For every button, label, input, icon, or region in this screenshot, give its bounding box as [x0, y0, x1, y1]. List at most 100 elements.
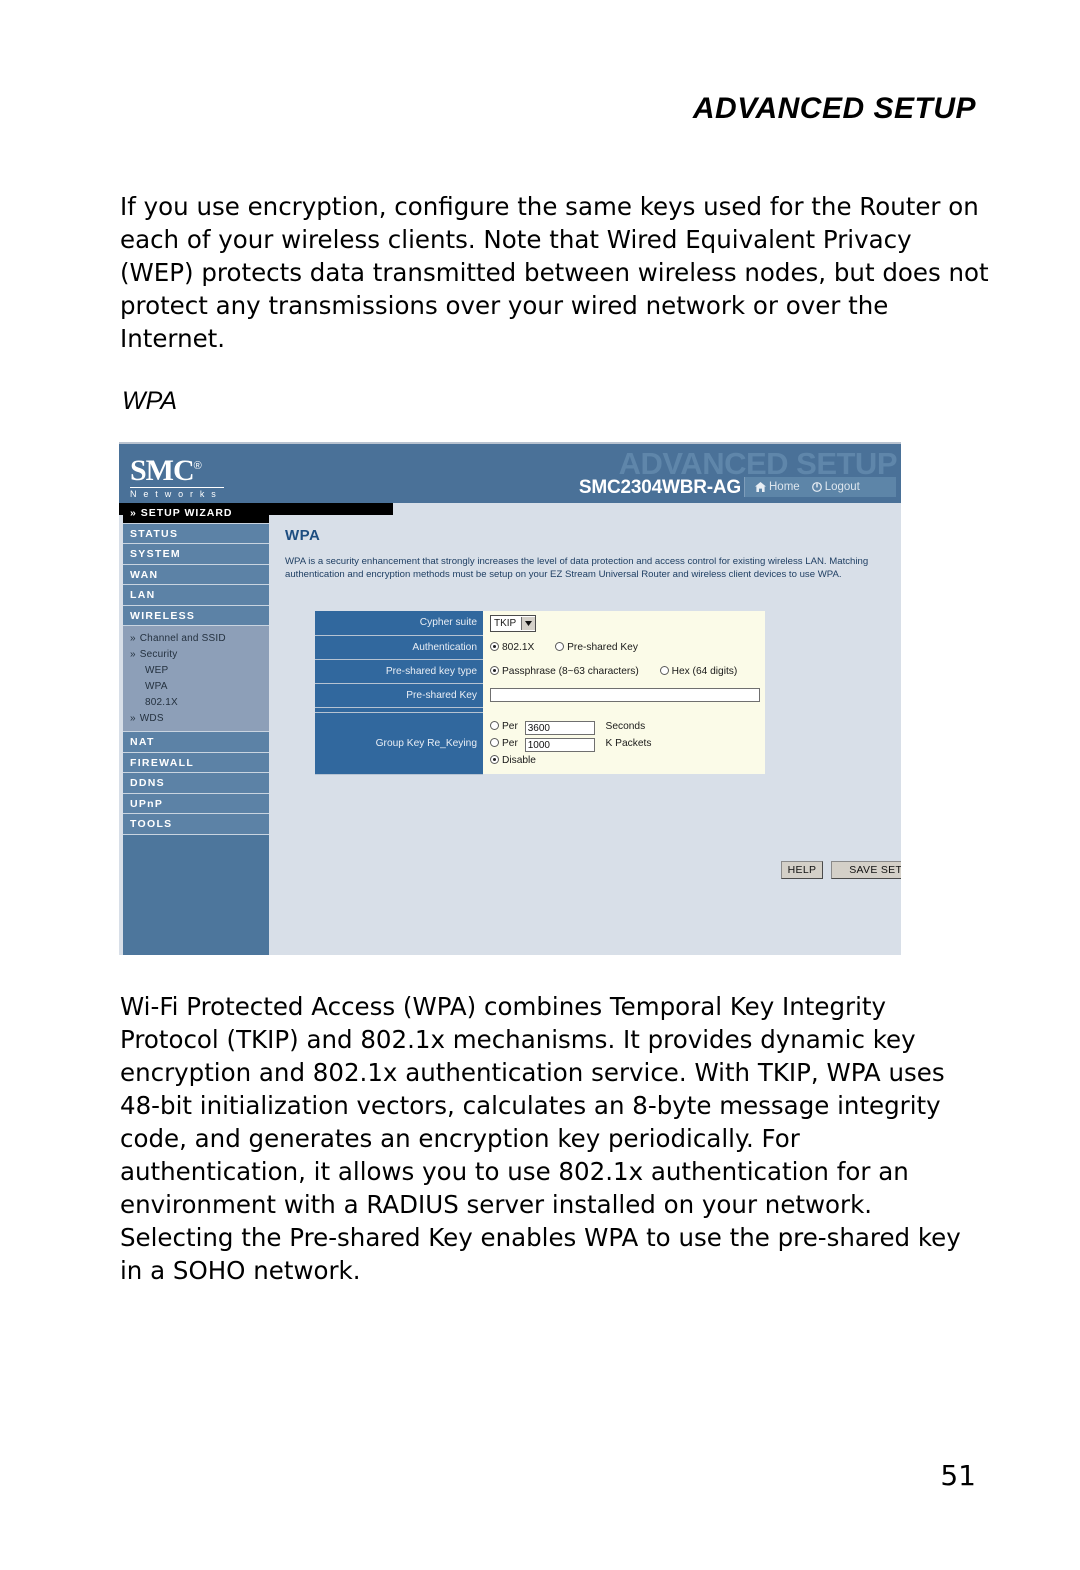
chevron-right-icon: »	[130, 712, 136, 724]
section-heading-wpa: WPA	[122, 387, 178, 415]
sidebar-subitem-security[interactable]: » Security	[123, 646, 269, 662]
router-sidebar: » SETUP WIZARD STATUS SYSTEM WAN LAN WIRELESS…	[123, 503, 269, 955]
pskt-option-passphrase[interactable]: Passphrase (8~63 characters)	[490, 665, 639, 677]
logo-registered-mark: ®	[193, 460, 202, 472]
sidebar-subitem-wpa[interactable]: WPA	[123, 678, 269, 694]
sidebar-subitem-label: Channel and SSID	[139, 632, 226, 644]
sidebar-subitem-label: WDS	[139, 712, 164, 724]
page-number: 51	[940, 1459, 976, 1492]
form-row-group-key-rekeying: Group Key Re_Keying Per 3600 Seconds Per…	[315, 712, 765, 775]
form-row-authentication: Authentication 802.1X Pre-shared Key	[315, 635, 765, 660]
rekey-radio-seconds[interactable]	[490, 720, 499, 730]
rekey-radio-packets[interactable]	[490, 737, 499, 747]
banner-nav-buttons: Home Logout	[744, 477, 896, 497]
form-row-preshared-key: Pre-shared Key	[315, 683, 765, 708]
sidebar-subitem-wep[interactable]: WEP	[123, 662, 269, 678]
form-row-cypher-suite: Cypher suite TKIP	[315, 611, 765, 636]
preshared-key-field	[483, 683, 765, 707]
router-banner: ADVANCED SETUP SMC® N e t w o r k s SMC2…	[119, 444, 901, 503]
pskt-label-passphrase: Passphrase (8~63 characters)	[502, 665, 639, 677]
group-key-rekeying-label: Group Key Re_Keying	[315, 712, 483, 775]
pskt-label-hex: Hex (64 digits)	[671, 665, 738, 677]
sidebar-main-items-after: NAT FIREWALL DDNS UPnP TOOLS	[123, 732, 269, 835]
pskt-option-hex[interactable]: Hex (64 digits)	[659, 665, 738, 677]
save-settings-button[interactable]: SAVE SETTINGS	[831, 861, 901, 879]
rekey-packets-prefix: Per	[502, 737, 518, 749]
sidebar-main-items: » SETUP WIZARD STATUS SYSTEM WAN LAN WIRELESS	[123, 503, 269, 626]
router-content-pane: WPA WPA is a security enhancement that s…	[269, 515, 901, 955]
sidebar-item-lan[interactable]: LAN	[123, 585, 269, 606]
preshared-key-label: Pre-shared Key	[315, 683, 483, 708]
wpa-settings-form: Cypher suite TKIP Authentication 802.1X …	[315, 611, 765, 775]
auth-option-preshared-key[interactable]: Pre-shared Key	[555, 641, 638, 653]
help-button[interactable]: HELP	[781, 861, 823, 879]
home-icon	[755, 482, 766, 492]
rekey-option-packets[interactable]: Per 1000 K Packets	[490, 737, 765, 752]
sidebar-item-upnp[interactable]: UPnP	[123, 793, 269, 814]
rekey-disable-label: Disable	[502, 754, 536, 766]
form-action-buttons: HELP SAVE SETTINGS CANCEL	[781, 861, 901, 879]
preshared-key-type-label: Pre-shared key type	[315, 659, 483, 684]
sidebar-subitem-wds[interactable]: » WDS	[123, 710, 269, 726]
sidebar-item-firewall[interactable]: FIREWALL	[123, 752, 269, 773]
sidebar-filler	[123, 834, 269, 935]
content-blurb: WPA is a security enhancement that stron…	[285, 556, 869, 580]
rekey-packets-unit: K Packets	[605, 737, 652, 749]
sidebar-subitem-802-1x[interactable]: 802.1X	[123, 694, 269, 710]
chevron-right-icon: »	[130, 648, 136, 660]
chevron-down-icon	[521, 616, 536, 630]
auth-label-preshared-key: Pre-shared Key	[567, 641, 638, 653]
logout-button[interactable]: Logout	[811, 481, 860, 493]
content-page-title: WPA	[285, 527, 321, 544]
rekey-seconds-unit: Seconds	[605, 720, 646, 732]
home-button[interactable]: Home	[755, 481, 800, 493]
cypher-suite-field: TKIP	[483, 611, 765, 635]
sidebar-item-wireless[interactable]: WIRELESS	[123, 605, 269, 626]
cypher-suite-label: Cypher suite	[315, 611, 483, 636]
sidebar-item-wan[interactable]: WAN	[123, 564, 269, 585]
auth-label-8021x: 802.1X	[502, 641, 535, 653]
form-row-preshared-key-type: Pre-shared key type Passphrase (8~63 cha…	[315, 659, 765, 684]
auth-option-8021x[interactable]: 802.1X	[490, 641, 535, 653]
model-name: SMC2304WBR-AG	[578, 477, 741, 498]
chevron-right-icon: »	[130, 632, 136, 644]
logo-text: SMC	[130, 454, 195, 487]
sidebar-item-status[interactable]: STATUS	[123, 523, 269, 544]
sidebar-subitem-label: WPA	[145, 680, 168, 692]
router-admin-screenshot: ADVANCED SETUP SMC® N e t w o r k s SMC2…	[119, 442, 901, 955]
sidebar-item-tools[interactable]: TOOLS	[123, 814, 269, 835]
rekey-packets-input[interactable]: 1000	[524, 737, 595, 752]
intro-paragraph: If you use encryption, configure the sam…	[120, 192, 989, 353]
sidebar-item-setup-wizard[interactable]: » SETUP WIZARD	[123, 503, 269, 524]
pskt-radio-passphrase[interactable]	[490, 665, 499, 675]
page-title: ADVANCED SETUP	[692, 92, 976, 125]
rekey-radio-disable[interactable]	[490, 754, 499, 764]
authentication-field: 802.1X Pre-shared Key	[483, 635, 765, 659]
sidebar-subitem-label: 802.1X	[145, 696, 178, 708]
pskt-radio-hex[interactable]	[659, 665, 669, 675]
home-label: Home	[769, 481, 800, 493]
preshared-key-type-field: Passphrase (8~63 characters) Hex (64 dig…	[483, 659, 765, 683]
wpa-description-paragraph: Wi-Fi Protected Access (WPA) combines Te…	[120, 992, 961, 1285]
cypher-suite-value: TKIP	[494, 617, 517, 629]
sidebar-item-nat[interactable]: NAT	[123, 732, 269, 753]
logout-icon	[811, 482, 822, 492]
logout-label: Logout	[824, 481, 860, 493]
authentication-label: Authentication	[315, 635, 483, 660]
sidebar-subitem-label: WEP	[145, 664, 169, 676]
rekey-seconds-prefix: Per	[502, 720, 518, 732]
auth-radio-preshared-key[interactable]	[555, 641, 565, 651]
sidebar-wireless-subnav: » Channel and SSID» Security WEP WPA 802.1X» W…	[123, 626, 269, 732]
sidebar-item-ddns[interactable]: DDNS	[123, 773, 269, 794]
group-key-rekeying-field: Per 3600 Seconds Per 1000 K Packets Disa…	[483, 712, 765, 774]
rekey-option-seconds[interactable]: Per 3600 Seconds	[490, 720, 765, 735]
rekey-option-disable[interactable]: Disable	[490, 754, 765, 766]
preshared-key-input[interactable]	[490, 687, 760, 702]
logo-subtitle: N e t w o r k s	[130, 487, 224, 499]
sidebar-item-system[interactable]: SYSTEM	[123, 544, 269, 565]
rekey-seconds-input[interactable]: 3600	[524, 720, 595, 735]
sidebar-subitem-channel-and-ssid[interactable]: » Channel and SSID	[123, 630, 269, 646]
smc-logo: SMC® N e t w o r k s	[130, 451, 250, 499]
cypher-suite-select[interactable]: TKIP	[490, 614, 537, 632]
auth-radio-8021x[interactable]	[490, 641, 499, 651]
